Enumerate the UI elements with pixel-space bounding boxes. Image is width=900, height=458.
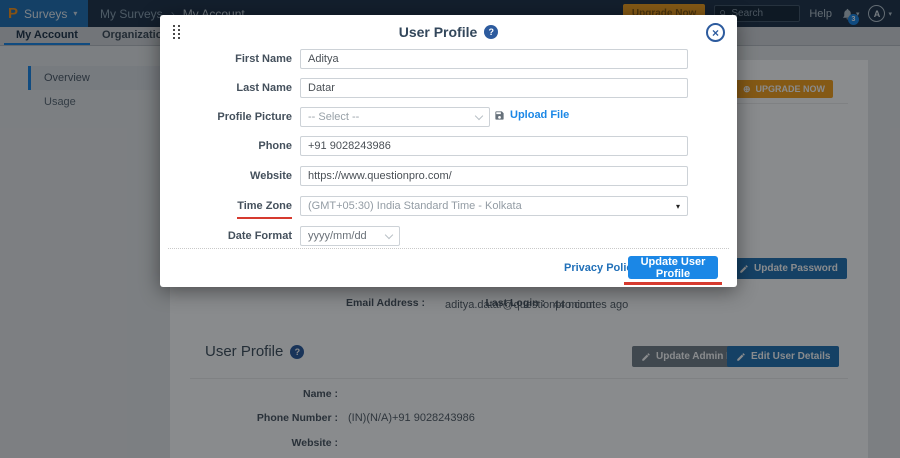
first-name-label: First Name bbox=[160, 49, 292, 69]
date-format-select[interactable]: yyyy/mm/dd bbox=[300, 226, 400, 246]
phone-field[interactable] bbox=[300, 136, 688, 156]
date-format-label: Date Format bbox=[160, 226, 292, 246]
annotation-underline bbox=[624, 282, 722, 285]
annotation-underline: Time Zone bbox=[237, 196, 292, 219]
help-icon[interactable]: ? bbox=[484, 25, 498, 39]
chevron-down-icon bbox=[385, 230, 393, 238]
upload-file-icon bbox=[494, 110, 505, 121]
questionpro-app: P Surveys ▾ My Surveys › My Account Upgr… bbox=[0, 0, 900, 458]
date-format-selected-value: yyyy/mm/dd bbox=[308, 230, 367, 242]
modal-title-text: User Profile bbox=[399, 24, 478, 40]
first-name-row: First Name bbox=[160, 49, 737, 69]
footer-divider bbox=[168, 248, 729, 249]
profile-picture-label: Profile Picture bbox=[160, 107, 292, 127]
modal-title: User Profile ? bbox=[160, 24, 737, 40]
phone-label: Phone bbox=[160, 136, 292, 156]
time-zone-selected-value: (GMT+05:30) India Standard Time - Kolkat… bbox=[308, 200, 522, 212]
last-name-label: Last Name bbox=[160, 78, 292, 98]
last-name-field[interactable] bbox=[300, 78, 688, 98]
upload-file-link[interactable]: Upload File bbox=[494, 109, 569, 121]
upload-file-label: Upload File bbox=[510, 109, 569, 121]
time-zone-label: Time Zone bbox=[160, 196, 292, 219]
user-profile-modal: User Profile ? × First Name Last Name Pr… bbox=[160, 15, 737, 287]
time-zone-select[interactable]: (GMT+05:30) India Standard Time - Kolkat… bbox=[300, 196, 688, 216]
close-icon[interactable]: × bbox=[706, 23, 725, 42]
profile-picture-select[interactable]: -- Select -- bbox=[300, 107, 490, 127]
chevron-down-icon bbox=[475, 111, 483, 119]
profile-picture-selected-value: -- Select -- bbox=[308, 111, 359, 123]
website-field[interactable] bbox=[300, 166, 688, 186]
last-name-row: Last Name bbox=[160, 78, 737, 98]
website-row: Website bbox=[160, 166, 737, 186]
phone-row: Phone bbox=[160, 136, 737, 156]
time-zone-row: Time Zone (GMT+05:30) India Standard Tim… bbox=[160, 196, 737, 216]
website-label: Website bbox=[160, 166, 292, 186]
date-format-row: Date Format yyyy/mm/dd bbox=[160, 226, 737, 246]
profile-picture-row: Profile Picture -- Select -- Upload File bbox=[160, 107, 737, 127]
first-name-field[interactable] bbox=[300, 49, 688, 69]
caret-down-icon: ▾ bbox=[676, 202, 680, 211]
update-user-profile-button[interactable]: Update User Profile bbox=[628, 256, 718, 279]
